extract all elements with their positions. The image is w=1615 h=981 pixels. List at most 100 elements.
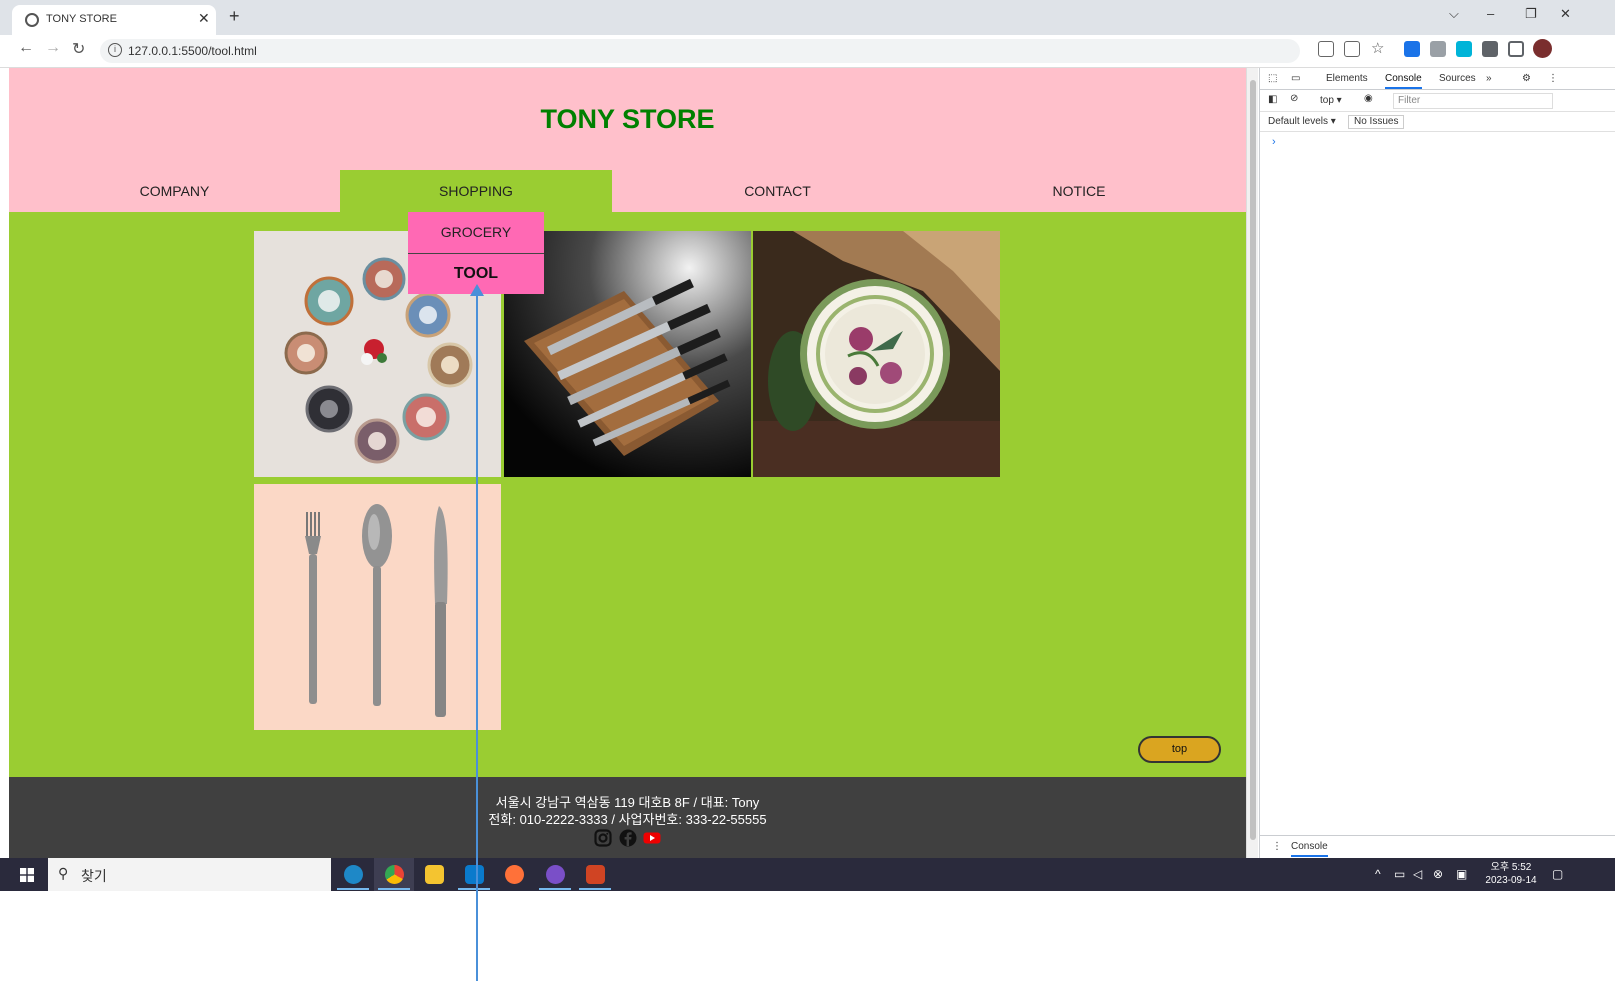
scrollbar-thumb[interactable]	[1250, 80, 1256, 840]
browser-tab-strip: TONY STORE ✕ + ⌵ – ❐ ✕	[0, 0, 1615, 35]
more-tabs-icon[interactable]: »	[1486, 73, 1492, 84]
status-icon[interactable]: ⊗	[1433, 867, 1443, 881]
shopping-dropdown-menu: GROCERY TOOL	[408, 212, 544, 294]
nav-notice[interactable]: NOTICE	[943, 170, 1215, 212]
network-icon[interactable]: ▭	[1394, 867, 1405, 881]
vscode-icon	[465, 865, 484, 884]
windows-start-icon[interactable]	[20, 868, 34, 882]
translate-icon[interactable]	[1318, 41, 1334, 57]
inspect-element-icon[interactable]: ⬚	[1268, 73, 1277, 84]
taskbar-powerpoint[interactable]	[575, 858, 615, 891]
site-header: TONY STORE COMPANY SHOPPING CONTACT NOTI…	[9, 68, 1246, 212]
new-tab-button[interactable]: +	[229, 6, 240, 27]
browser-tab[interactable]: TONY STORE ✕	[12, 5, 216, 35]
close-tab-icon[interactable]: ✕	[198, 10, 210, 27]
taskbar-edge[interactable]	[333, 858, 373, 891]
download-extension-icon[interactable]	[1404, 41, 1420, 57]
profile-avatar[interactable]	[1533, 39, 1552, 58]
drawer-tab-console[interactable]: Console	[1291, 841, 1328, 857]
chrome-icon	[385, 865, 404, 884]
kebab-menu-icon[interactable]: ⋮	[1548, 73, 1558, 84]
screen: TONY STORE ✕ + ⌵ – ❐ ✕ ← → ↻ i 127.0.0.1…	[0, 0, 1615, 981]
nav-contact[interactable]: CONTACT	[612, 170, 943, 212]
device-toolbar-icon[interactable]: ▭	[1291, 73, 1300, 84]
taskbar-search[interactable]: ⚲ 찾기	[48, 858, 331, 891]
context-selector[interactable]: top ▾	[1320, 95, 1342, 106]
annotation-arrow-head	[470, 284, 484, 296]
ime-icon[interactable]: ▣	[1456, 867, 1467, 881]
footer-address: 서울시 강남구 역삼동 119 대호B 8F / 대표: Tony	[495, 795, 760, 810]
volume-icon[interactable]: ◁	[1413, 867, 1422, 881]
log-levels-dropdown[interactable]: Default levels ▾	[1268, 116, 1336, 127]
browser-toolbar: ← → ↻ i 127.0.0.1:5500/tool.html ☆	[0, 35, 1615, 68]
nav-company[interactable]: COMPANY	[9, 170, 340, 212]
info-icon[interactable]: i	[108, 43, 122, 57]
camera-extension-icon[interactable]	[1430, 41, 1446, 57]
instagram-icon[interactable]	[594, 829, 612, 847]
url-text: 127.0.0.1:5500/tool.html	[128, 44, 257, 58]
drawer-menu-icon[interactable]: ⋮	[1272, 841, 1282, 852]
running-indicator	[378, 888, 410, 890]
taskbar-github[interactable]	[535, 858, 575, 891]
powerpoint-icon	[586, 865, 605, 884]
devtools-tabs: ⬚ ▭ Elements Console Sources » ⚙ ⋮	[1260, 68, 1615, 90]
search-icon: ⚲	[58, 865, 69, 881]
console-filter-input[interactable]: Filter	[1393, 93, 1553, 109]
taskbar-firefox[interactable]	[494, 858, 534, 891]
clock-time: 오후 5:52	[1490, 862, 1532, 873]
console-levels-bar: Default levels ▾ No Issues	[1260, 112, 1615, 132]
puzzle-icon[interactable]	[1482, 41, 1498, 57]
forward-arrow-icon[interactable]: →	[45, 39, 61, 57]
tab-elements[interactable]: Elements	[1326, 73, 1368, 84]
windows-taskbar: ⚲ 찾기 ^ ▭ ◁ ⊗ ▣ 오후 5:52 2023-09-14 ▢	[0, 858, 1615, 891]
taskbar-file-explorer[interactable]	[414, 858, 454, 891]
scroll-top-button[interactable]: top	[1138, 736, 1221, 763]
minimize-button[interactable]: –	[1487, 6, 1494, 21]
back-arrow-icon[interactable]: ←	[18, 39, 34, 57]
tab-title: TONY STORE	[46, 13, 117, 25]
github-icon	[546, 865, 565, 884]
taskbar-clock[interactable]: 오후 5:52 2023-09-14	[1483, 861, 1539, 887]
facebook-icon[interactable]	[619, 829, 637, 847]
running-indicator	[539, 888, 571, 890]
console-prompt[interactable]: ›	[1272, 136, 1276, 148]
star-icon[interactable]: ☆	[1371, 39, 1384, 57]
eye-icon[interactable]: ◉	[1364, 93, 1373, 104]
firefox-icon	[505, 865, 524, 884]
footer-contact: 전화: 010-2222-3333 / 사업자번호: 333-22-55555	[488, 812, 767, 827]
devtools-drawer: ⋮ Console	[1260, 835, 1615, 858]
taskbar-vscode[interactable]	[454, 858, 494, 891]
issues-badge[interactable]: No Issues	[1348, 115, 1405, 129]
taskbar-chrome[interactable]	[374, 858, 414, 891]
running-indicator	[579, 888, 611, 890]
page-scrollbar[interactable]	[1246, 68, 1258, 858]
youtube-icon[interactable]	[643, 829, 661, 847]
close-window-button[interactable]: ✕	[1560, 6, 1571, 22]
notification-icon[interactable]: ▢	[1552, 867, 1563, 881]
tab-sources[interactable]: Sources	[1439, 73, 1476, 84]
side-panel-icon[interactable]	[1508, 41, 1524, 57]
clear-console-icon[interactable]: ⊘	[1290, 93, 1298, 104]
restore-button[interactable]: ❐	[1525, 6, 1537, 22]
main-nav: COMPANY SHOPPING CONTACT NOTICE	[9, 170, 1246, 212]
site-footer: 서울시 강남구 역삼동 119 대호B 8F / 대표: Tony 전화: 01…	[9, 777, 1246, 858]
sidebar-toggle-icon[interactable]: ◧	[1268, 94, 1277, 105]
running-indicator	[337, 888, 369, 890]
extension-icon[interactable]	[1456, 41, 1472, 57]
reload-icon[interactable]: ↻	[72, 39, 85, 59]
annotation-arrow-line	[476, 290, 478, 981]
tray-overflow-icon[interactable]: ^	[1375, 867, 1381, 881]
nav-shopping[interactable]: SHOPPING	[340, 170, 612, 212]
dropdown-item-grocery[interactable]: GROCERY	[408, 212, 544, 253]
address-bar[interactable]: i 127.0.0.1:5500/tool.html	[100, 39, 1300, 63]
product-image-cutlery[interactable]	[254, 484, 501, 730]
share-icon[interactable]	[1344, 41, 1360, 57]
settings-gear-icon[interactable]: ⚙	[1522, 73, 1531, 84]
taskbar-search-text: 찾기	[81, 868, 107, 884]
edge-icon	[344, 865, 363, 884]
product-image-floral-plate[interactable]	[753, 231, 1000, 477]
tab-search-icon[interactable]: ⌵	[1449, 6, 1459, 22]
site-title: TONY STORE	[540, 104, 715, 134]
tab-console[interactable]: Console	[1385, 73, 1422, 89]
clock-date: 2023-09-14	[1485, 875, 1537, 886]
